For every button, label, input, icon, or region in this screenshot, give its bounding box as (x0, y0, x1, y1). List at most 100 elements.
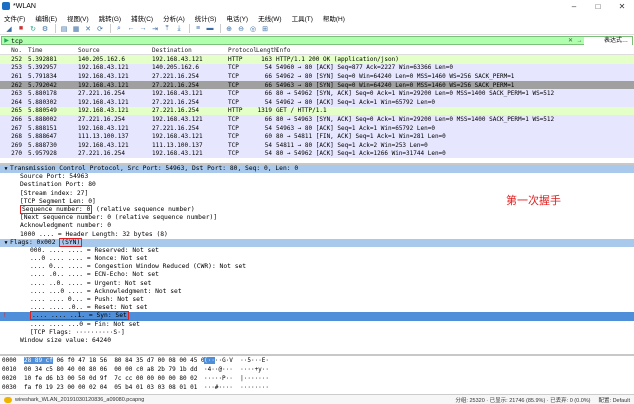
detail-row[interactable]: Source Port: 54963 (0, 173, 634, 181)
hex-row[interactable]: 0010 00 34 c5 80 40 00 80 06 00 00 c0 a8 … (0, 365, 634, 374)
close-file-icon[interactable]: ✕ (83, 24, 93, 34)
packet-bytes-pane[interactable]: 0000 28 89 cf 06 f0 47 18 56 80 84 35 d7 … (0, 356, 634, 394)
detail-row[interactable]: Window size value: 64240 (0, 337, 634, 345)
packet-row[interactable]: 269 5.888730 192.168.43.121 111.13.100.137 T… (0, 140, 634, 150)
menu-edit[interactable]: 编辑(E) (35, 13, 57, 23)
column-source[interactable]: Source (78, 47, 152, 54)
detail-row[interactable]: ...0 .... .... = Nonce: Not set (0, 255, 634, 263)
hex-bytes: 00 34 c5 80 40 00 80 06 00 00 c0 a8 2b 7… (24, 365, 204, 374)
column-info[interactable]: Info (276, 47, 634, 54)
menu-go[interactable]: 跳转(G) (99, 13, 121, 23)
detail-row[interactable]: [Next sequence number: 0 (relative seque… (0, 214, 634, 222)
column-time[interactable]: Time (28, 47, 78, 54)
capture-options-icon[interactable]: ⚙ (40, 24, 50, 34)
reload-icon[interactable]: ⟳ (95, 24, 105, 34)
hex-bytes: 10 fe d6 b3 00 50 0d 9f 7c cc 00 00 00 0… (24, 374, 204, 383)
menu-wireless[interactable]: 无线(W) (258, 13, 281, 23)
stop-capture-icon[interactable]: ■ (16, 24, 26, 34)
detail-row[interactable]: ! .... .... ..1. = Syn: Set (0, 311, 634, 321)
minimize-icon[interactable]: – (562, 0, 586, 12)
last-packet-icon[interactable]: ⤓ (174, 24, 184, 34)
menu-view[interactable]: 视图(V) (67, 13, 89, 23)
packet-row[interactable]: 267 5.888151 192.168.43.121 27.221.16.254 TC… (0, 123, 634, 133)
packet-details-pane[interactable]: ▼ Transmission Control Protocol, Src Port… (0, 165, 634, 354)
packet-row[interactable]: 253 5.392957 192.168.43.121 140.205.162.6 TC… (0, 63, 634, 73)
expert-info-icon[interactable] (4, 396, 12, 403)
column-no[interactable]: No. (0, 47, 28, 54)
go-forward-icon[interactable]: → (138, 24, 148, 34)
detail-row[interactable]: Destination Port: 80 (0, 181, 634, 189)
detail-row[interactable]: .... ...0 .... = Acknowledgment: Not set (0, 288, 634, 296)
menu-telephony[interactable]: 电话(Y) (226, 13, 248, 23)
maximize-icon[interactable]: □ (586, 0, 610, 12)
clear-filter-icon[interactable]: ✕ (566, 37, 575, 44)
menu-help[interactable]: 帮助(H) (323, 13, 345, 23)
packet-cell-len: 163 (261, 55, 272, 63)
hex-row[interactable]: 0000 28 89 cf 06 f0 47 18 56 80 84 35 d7 … (0, 356, 634, 365)
hex-offset: 0000 (2, 357, 17, 364)
find-packet-icon[interactable]: ⌕ (114, 24, 124, 34)
open-file-icon[interactable]: ▤ (59, 24, 69, 34)
zoom-in-icon[interactable]: ⊕ (224, 24, 234, 34)
menu-tools[interactable]: 工具(T) (292, 13, 313, 23)
restart-capture-icon[interactable]: ↻ (28, 24, 38, 34)
expand-arrow-icon[interactable]: ▼ (2, 239, 10, 247)
hex-row[interactable]: 0020 10 fe d6 b3 00 50 0d 9f 7c cc 00 00 … (0, 374, 634, 383)
column-protocol[interactable]: Protocol (228, 47, 257, 54)
detail-row[interactable]: ▼ Transmission Control Protocol, Src Port… (0, 165, 634, 174)
save-file-icon[interactable]: ▦ (71, 24, 81, 34)
column-length[interactable]: Length (256, 47, 278, 54)
first-packet-icon[interactable]: ⤒ (162, 24, 172, 34)
packet-row[interactable]: 268 5.888647 111.13.100.137 192.168.43.121 T… (0, 132, 634, 141)
colorize-icon[interactable]: ▬ (205, 24, 215, 34)
detail-row[interactable]: ▼ Flags: 0x002 (SYN) (0, 237, 634, 247)
packet-cell-time: 5.880178 (28, 90, 57, 98)
expression-button[interactable]: 表达式… (584, 36, 632, 45)
profile-selector[interactable]: 配置: Default (599, 396, 630, 404)
display-filter-input[interactable]: tcp (11, 37, 566, 45)
go-back-icon[interactable]: ← (126, 24, 136, 34)
packet-cell-proto: HTTP (228, 55, 243, 63)
detail-row[interactable]: 000. .... .... = Reserved: Not set (0, 247, 634, 255)
packet-cell-src: 192.168.43.121 (78, 141, 129, 149)
go-to-packet-icon[interactable]: ⇥ (150, 24, 160, 34)
detail-row[interactable]: .... .... ...0 = Fin: Not set (0, 321, 634, 329)
packet-row[interactable]: 261 5.791834 192.168.43.121 27.221.16.254 TC… (0, 72, 634, 81)
packet-cell-proto: TCP (228, 150, 239, 158)
autoscroll-icon[interactable]: ≡ (193, 24, 203, 34)
detail-row[interactable]: .... ..0. .... = Urgent: Not set (0, 280, 634, 288)
detail-row[interactable]: Acknowledgment number: 0 (0, 222, 634, 230)
zoom-out-icon[interactable]: ⊖ (236, 24, 246, 34)
packet-cell-dst: 27.221.16.254 (152, 81, 199, 89)
apply-filter-icon[interactable]: → (575, 38, 584, 44)
packet-cell-time: 5.792042 (28, 81, 57, 89)
bookmark-icon[interactable]: ▶ (2, 37, 11, 44)
column-destination[interactable]: Destination (152, 47, 228, 54)
detail-row[interactable]: .... .... 0... = Push: Not set (0, 296, 634, 304)
menu-file[interactable]: 文件(F) (4, 13, 25, 23)
detail-row[interactable]: [TCP Flags: ··········S·] (0, 329, 634, 337)
close-icon[interactable]: ✕ (610, 0, 634, 12)
packet-row[interactable]: 262 5.792042 192.168.43.121 27.221.16.254 TC… (0, 80, 634, 90)
packet-list[interactable]: No. Time Source Destination Protocol Len… (0, 47, 634, 163)
menu-bar: 文件(F) 编辑(E) 视图(V) 跳转(G) 捕获(C) 分析(A) 统计(S… (0, 12, 634, 23)
packet-row[interactable]: 270 5.957928 27.221.16.254 192.168.43.121 TC… (0, 149, 634, 159)
packet-row[interactable]: 252 5.392881 140.205.162.6 192.168.43.121 HT… (0, 55, 634, 64)
detail-row[interactable]: .... 0... .... = Congestion Window Reduc… (0, 263, 634, 271)
detail-row[interactable]: .... .0.. .... = ECN-Echo: Not set (0, 271, 634, 279)
menu-analyze[interactable]: 分析(A) (163, 13, 185, 23)
expand-arrow-icon[interactable]: ▼ (2, 165, 10, 173)
menu-statistics[interactable]: 统计(S) (195, 13, 217, 23)
menu-capture[interactable]: 捕获(C) (131, 13, 153, 23)
packet-row[interactable]: 266 5.888002 27.221.16.254 192.168.43.121 TC… (0, 115, 634, 124)
start-capture-icon[interactable]: ◢ (4, 24, 14, 34)
packet-row[interactable]: 264 5.880302 192.168.43.121 27.221.16.254 TC… (0, 97, 634, 107)
packet-row[interactable]: 263 5.880178 27.221.16.254 192.168.43.121 TC… (0, 89, 634, 98)
resize-columns-icon[interactable]: ⊞ (260, 24, 270, 34)
packet-cell-dst: 192.168.43.121 (152, 133, 203, 141)
zoom-reset-icon[interactable]: ◎ (248, 24, 258, 34)
detail-row[interactable]: 1000 .... = Header Length: 32 bytes (8) (0, 231, 634, 239)
hex-row[interactable]: 0030 fa f0 19 23 00 00 02 04 05 b4 01 03 … (0, 383, 634, 392)
packet-cell-no: 264 (11, 98, 22, 106)
packet-row[interactable]: 265 5.880549 192.168.43.121 27.221.16.254 HT… (0, 106, 634, 116)
